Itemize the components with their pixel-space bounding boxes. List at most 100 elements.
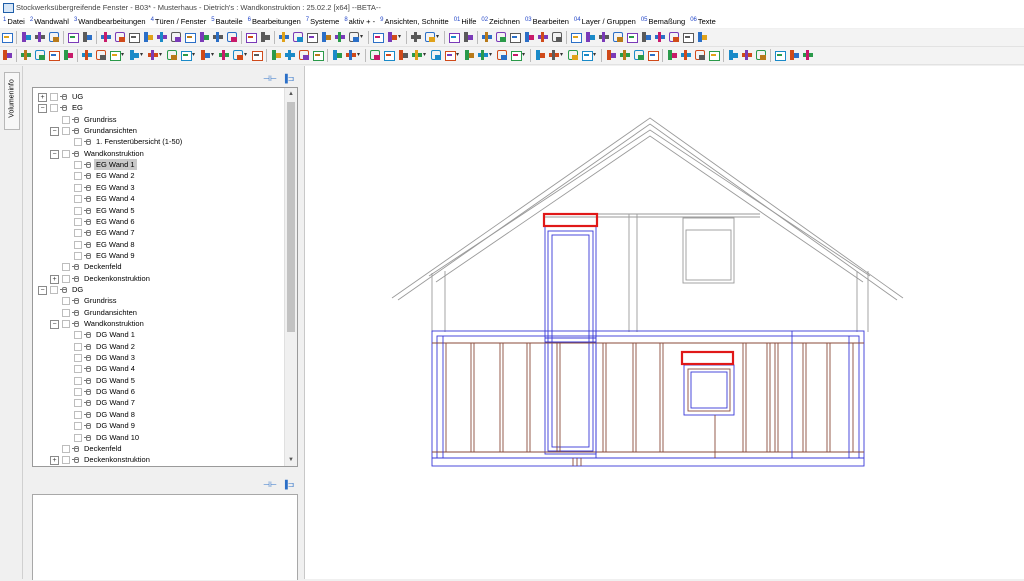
tree-scrollbar[interactable]: ▲ ▼ (284, 88, 297, 466)
tool-icon[interactable] (199, 49, 211, 61)
tool-icon[interactable] (128, 31, 140, 43)
visibility-checkbox[interactable] (74, 388, 82, 397)
dropdown-arrow-icon[interactable]: ▾ (456, 49, 461, 61)
visibility-checkbox[interactable] (74, 183, 82, 192)
tool-icon[interactable] (680, 49, 692, 61)
menu-item[interactable]: 5Bauteile (208, 15, 244, 26)
visibility-checkbox[interactable] (74, 422, 82, 431)
visibility-checkbox[interactable] (62, 308, 70, 317)
tool-icon[interactable] (619, 49, 631, 61)
volumeninfo-tab[interactable]: Volumeninfo (4, 72, 20, 130)
tool-icon[interactable] (727, 49, 739, 61)
menu-item[interactable]: 9Ansichten, Schnitte (377, 15, 451, 26)
visibility-checkbox[interactable] (62, 320, 70, 328)
tool-icon[interactable] (109, 49, 121, 61)
visibility-checkbox[interactable] (62, 115, 70, 124)
tool-icon[interactable] (477, 49, 489, 61)
menu-item[interactable]: 4Türen / Fenster (148, 15, 209, 26)
tool-icon[interactable] (48, 49, 60, 61)
collapse-icon[interactable]: − (38, 285, 47, 295)
tool-icon[interactable] (48, 31, 60, 43)
tool-icon[interactable] (430, 49, 442, 61)
tool-icon[interactable] (345, 49, 357, 61)
visibility-checkbox[interactable] (62, 444, 70, 453)
menu-item[interactable]: 01Hilfe (451, 15, 479, 26)
tool-icon[interactable] (551, 31, 563, 43)
tool-icon[interactable] (633, 49, 645, 61)
expand-icon[interactable]: + (50, 456, 59, 466)
collapse-icon[interactable]: − (50, 127, 59, 137)
tool-icon[interactable] (755, 49, 767, 61)
visibility-checkbox[interactable] (74, 251, 82, 260)
tool-icon[interactable] (114, 31, 126, 43)
tool-icon[interactable] (397, 49, 409, 61)
scroll-down-icon[interactable]: ▼ (287, 455, 295, 465)
menu-item[interactable]: 8aktiv + - (341, 15, 377, 26)
dropdown-arrow-icon[interactable]: ▾ (398, 31, 403, 43)
tool-icon[interactable] (278, 31, 290, 43)
tool-icon[interactable] (312, 49, 324, 61)
menu-item[interactable]: 03Bearbeiten (522, 15, 571, 26)
visibility-checkbox[interactable] (74, 229, 82, 238)
tool-icon[interactable] (245, 31, 257, 43)
tool-icon[interactable] (284, 49, 296, 61)
visibility-checkbox[interactable] (62, 127, 70, 136)
visibility-checkbox[interactable] (62, 274, 70, 283)
tool-icon[interactable] (147, 49, 159, 61)
dropdown-arrow-icon[interactable]: ▾ (560, 49, 565, 61)
tool-icon[interactable] (584, 31, 596, 43)
tool-icon[interactable] (647, 49, 659, 61)
tool-icon[interactable] (100, 31, 112, 43)
visibility-checkbox[interactable] (74, 376, 82, 385)
menu-item[interactable]: 6Bearbeitungen (245, 15, 303, 26)
visibility-checkbox[interactable] (74, 217, 82, 226)
tool-icon[interactable] (81, 31, 93, 43)
visibility-checkbox[interactable] (74, 331, 82, 340)
tool-icon[interactable] (306, 31, 318, 43)
visibility-checkbox[interactable] (50, 93, 58, 101)
tool-icon[interactable] (741, 49, 753, 61)
expand-icon[interactable]: + (50, 274, 59, 284)
tool-icon[interactable] (34, 49, 46, 61)
tool-icon[interactable] (654, 31, 666, 43)
structure-tree[interactable]: + UG − EG Grundriss − Grundansichten 1. Fenster… (32, 87, 298, 467)
visibility-checkbox[interactable] (74, 433, 82, 442)
tool-icon[interactable] (509, 31, 521, 43)
dropdown-arrow-icon[interactable]: ▾ (121, 49, 126, 61)
tool-icon[interactable] (166, 49, 178, 61)
tool-icon[interactable] (372, 31, 384, 43)
tool-icon[interactable] (369, 49, 381, 61)
dropdown-arrow-icon[interactable]: ▾ (192, 49, 197, 61)
tool-icon[interactable] (81, 49, 93, 61)
tool-icon[interactable] (232, 49, 244, 61)
visibility-checkbox[interactable] (74, 365, 82, 374)
dropdown-arrow-icon[interactable]: ▾ (489, 49, 494, 61)
tool-icon[interactable] (626, 31, 638, 43)
tool-icon[interactable] (802, 49, 814, 61)
tool-icon[interactable] (62, 49, 74, 61)
menu-item[interactable]: 1Datei (0, 15, 27, 26)
tool-icon[interactable] (180, 49, 192, 61)
tool-icon[interactable] (448, 31, 460, 43)
visibility-checkbox[interactable] (74, 195, 82, 204)
dropdown-arrow-icon[interactable]: ▾ (244, 49, 249, 61)
tool-icon[interactable] (20, 49, 32, 61)
visibility-checkbox[interactable] (74, 354, 82, 363)
tool-icon[interactable] (774, 49, 786, 61)
tool-icon[interactable] (226, 31, 238, 43)
visibility-checkbox[interactable] (74, 410, 82, 419)
tool-icon[interactable] (495, 31, 507, 43)
tool-icon[interactable] (386, 31, 398, 43)
tool-icon[interactable] (694, 49, 706, 61)
drawing-canvas[interactable] (305, 66, 1024, 579)
tool-icon[interactable] (708, 49, 720, 61)
tool-icon[interactable] (696, 31, 708, 43)
dock-close-icon[interactable]: ▐⊐ (282, 480, 294, 489)
dock-close-icon[interactable]: ▐⊐ (282, 74, 294, 83)
tool-icon[interactable] (567, 49, 579, 61)
tool-icon[interactable] (320, 31, 332, 43)
expand-icon[interactable]: + (38, 93, 47, 102)
tool-icon[interactable] (259, 31, 271, 43)
tool-icon[interactable] (682, 31, 694, 43)
tool-icon[interactable] (128, 49, 140, 61)
